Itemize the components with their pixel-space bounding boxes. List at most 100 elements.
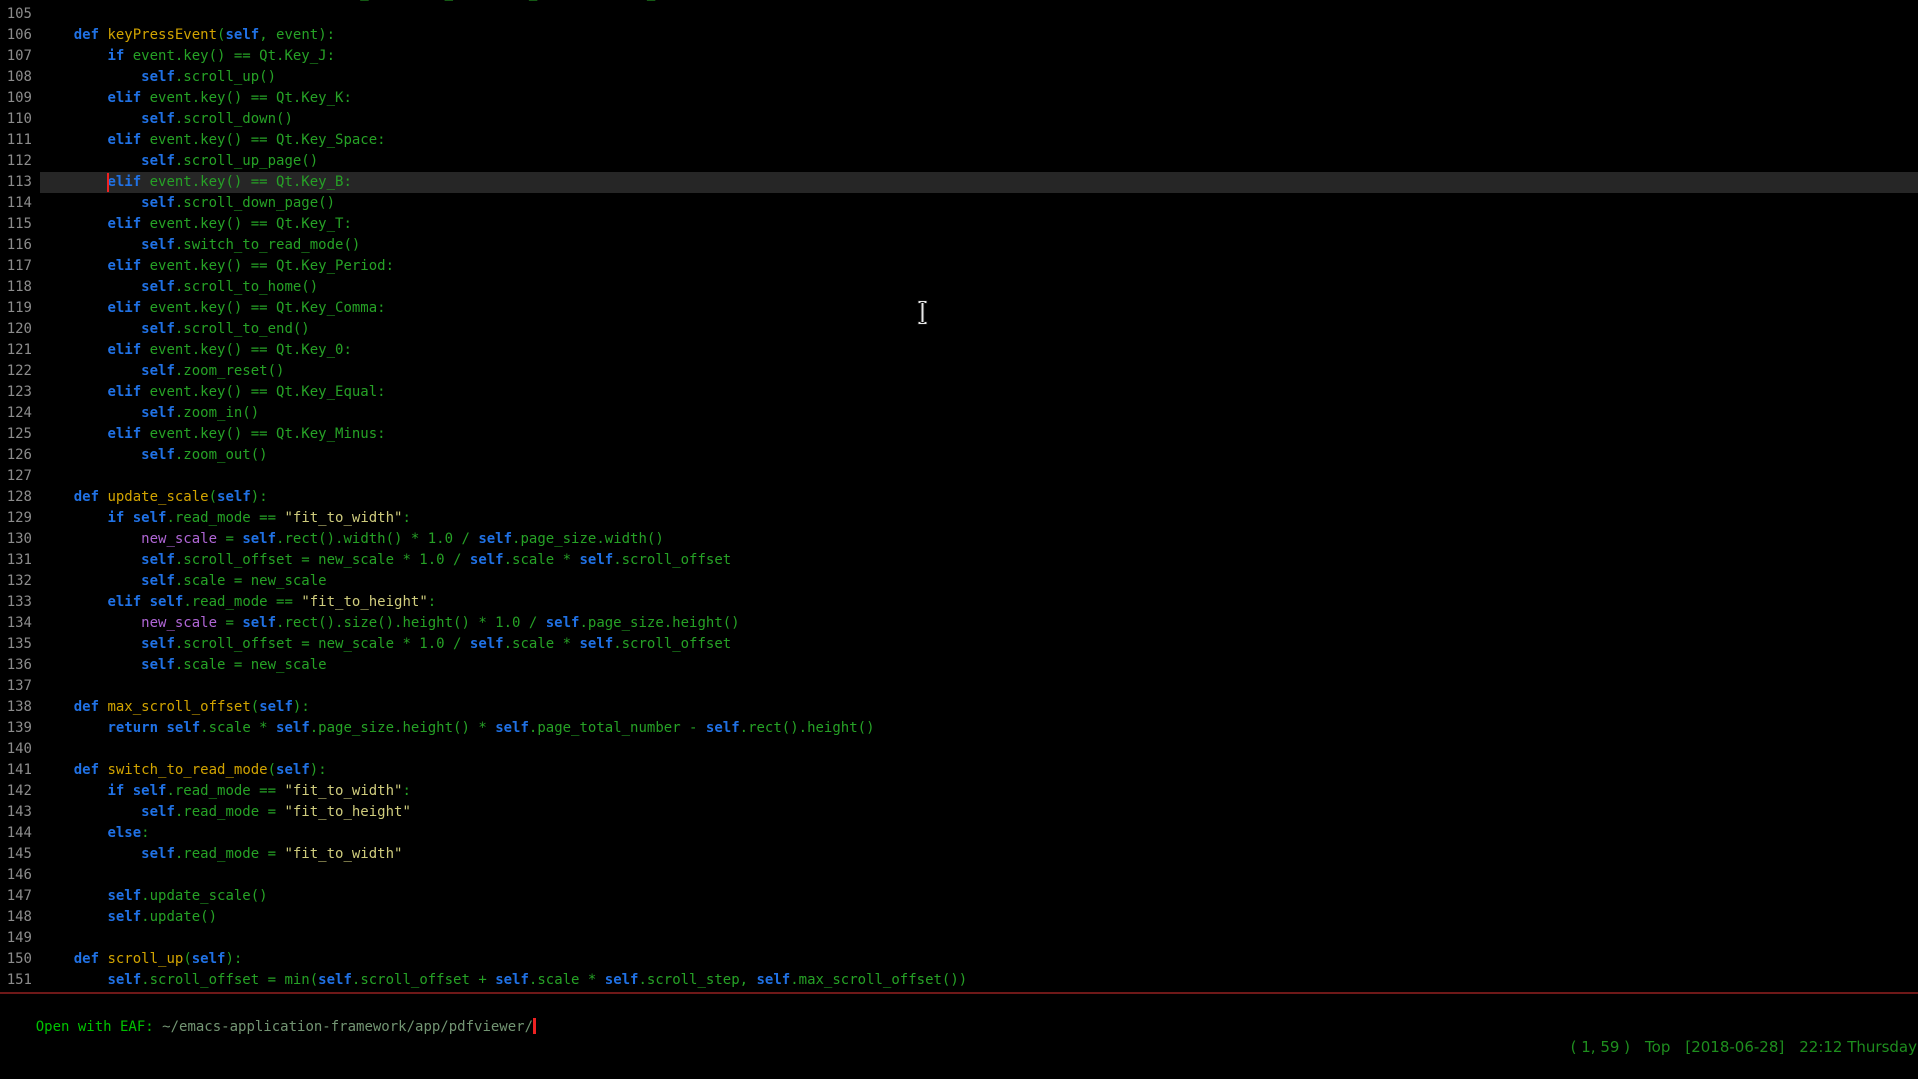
date-indicator: [2018-06-28]: [1685, 1038, 1784, 1056]
code-line[interactable]: 119 elif event.key() == Qt.Key_Comma:: [0, 298, 1918, 319]
code-line[interactable]: 106 def keyPressEvent(self, event):: [0, 25, 1918, 46]
line-number: 124: [0, 403, 32, 424]
code-line[interactable]: 129 if self.read_mode == "fit_to_width":: [0, 508, 1918, 529]
code-token: [40, 48, 107, 64]
code-line[interactable]: 105: [0, 4, 1918, 25]
code-line[interactable]: 127: [0, 466, 1918, 487]
code-line[interactable]: 117 elif event.key() == Qt.Key_Period:: [0, 256, 1918, 277]
code-line[interactable]: 120 self.scroll_to_end(): [0, 319, 1918, 340]
code-token: .scroll_up_page(): [175, 153, 318, 169]
line-number: 151: [0, 970, 32, 991]
code-buffer[interactable]: 104 painter.drawImage(QRect(render_x, re…: [0, 0, 1918, 991]
code-token: if: [107, 48, 124, 64]
code-line[interactable]: 111 elif event.key() == Qt.Key_Space:: [0, 130, 1918, 151]
line-number: 123: [0, 382, 32, 403]
minibuffer-prompt: Open with EAF:: [36, 1019, 162, 1035]
line-number: 137: [0, 676, 32, 697]
line-number: 115: [0, 214, 32, 235]
code-line[interactable]: 144 else:: [0, 823, 1918, 844]
code-token: [40, 846, 141, 862]
line-number: 143: [0, 802, 32, 823]
line-number: 132: [0, 571, 32, 592]
code-line[interactable]: 150 def scroll_up(self):: [0, 949, 1918, 970]
code-token: def: [74, 27, 99, 43]
code-line[interactable]: 134 new_scale = self.rect().size().heigh…: [0, 613, 1918, 634]
code-line[interactable]: 133 elif self.read_mode == "fit_to_heigh…: [0, 592, 1918, 613]
line-number: 118: [0, 277, 32, 298]
code-token: .scale *: [504, 552, 580, 568]
code-line[interactable]: 126 self.zoom_out(): [0, 445, 1918, 466]
code-line[interactable]: 109 elif event.key() == Qt.Key_K:: [0, 88, 1918, 109]
code-token: [40, 972, 107, 988]
code-line[interactable]: 114 self.scroll_down_page(): [0, 193, 1918, 214]
code-token: if: [107, 510, 124, 526]
code-line[interactable]: 146: [0, 865, 1918, 886]
code-line[interactable]: 110 self.scroll_down(): [0, 109, 1918, 130]
code-line[interactable]: 122 self.zoom_reset(): [0, 361, 1918, 382]
code-token: [40, 573, 141, 589]
code-line[interactable]: 115 elif event.key() == Qt.Key_T:: [0, 214, 1918, 235]
code-token: elif: [107, 426, 141, 442]
code-line[interactable]: 125 elif event.key() == Qt.Key_Minus:: [0, 424, 1918, 445]
minibuffer[interactable]: Open with EAF: ~/emacs-application-frame…: [2, 996, 536, 1017]
code-line[interactable]: 132 self.scale = new_scale: [0, 571, 1918, 592]
code-line[interactable]: 143 self.read_mode = "fit_to_height": [0, 802, 1918, 823]
code-line[interactable]: 130 new_scale = self.rect().width() * 1.…: [0, 529, 1918, 550]
code-line[interactable]: 107 if event.key() == Qt.Key_J:: [0, 46, 1918, 67]
code-token: [40, 405, 141, 421]
line-number: 134: [0, 613, 32, 634]
code-token: .scale = new_scale: [175, 573, 327, 589]
code-token: .update_scale(): [141, 888, 267, 904]
line-number: 148: [0, 907, 32, 928]
code-token: self: [470, 636, 504, 652]
code-token: [40, 90, 107, 106]
code-line[interactable]: 113 elif event.key() == Qt.Key_B:: [0, 172, 1918, 193]
code-line[interactable]: 123 elif event.key() == Qt.Key_Equal:: [0, 382, 1918, 403]
code-line[interactable]: 147 self.update_scale(): [0, 886, 1918, 907]
code-line[interactable]: 139 return self.scale * self.page_size.h…: [0, 718, 1918, 739]
code-line[interactable]: 124 self.zoom_in(): [0, 403, 1918, 424]
code-token: [40, 279, 141, 295]
code-line[interactable]: 136 self.scale = new_scale: [0, 655, 1918, 676]
code-line[interactable]: 128 def update_scale(self):: [0, 487, 1918, 508]
code-line[interactable]: 138 def max_scroll_offset(self):: [0, 697, 1918, 718]
code-line[interactable]: 149: [0, 928, 1918, 949]
code-line[interactable]: 116 self.switch_to_read_mode(): [0, 235, 1918, 256]
line-number: 120: [0, 319, 32, 340]
code-token: [40, 615, 141, 631]
code-line[interactable]: 118 self.scroll_to_home(): [0, 277, 1918, 298]
code-line[interactable]: 137: [0, 676, 1918, 697]
code-token: self: [107, 888, 141, 904]
code-token: event.key() == Qt.Key_0:: [141, 342, 352, 358]
code-token: event.key() == Qt.Key_Period:: [141, 258, 394, 274]
code-token: self: [546, 615, 580, 631]
code-line[interactable]: 151 self.scroll_offset = min(self.scroll…: [0, 970, 1918, 991]
code-line[interactable]: 141 def switch_to_read_mode(self):: [0, 760, 1918, 781]
code-line[interactable]: 135 self.scroll_offset = new_scale * 1.0…: [0, 634, 1918, 655]
line-number: 135: [0, 634, 32, 655]
time-indicator: 22:12 Thursday: [1799, 1038, 1917, 1056]
code-line[interactable]: 121 elif event.key() == Qt.Key_0:: [0, 340, 1918, 361]
code-token: event.key() == Qt.Key_K:: [141, 90, 352, 106]
code-line[interactable]: 112 self.scroll_up_page(): [0, 151, 1918, 172]
code-token: [40, 657, 141, 673]
code-line[interactable]: 142 if self.read_mode == "fit_to_width":: [0, 781, 1918, 802]
code-token: :: [402, 783, 410, 799]
code-line[interactable]: 140: [0, 739, 1918, 760]
code-token: [40, 174, 107, 190]
code-line[interactable]: 145 self.read_mode = "fit_to_width": [0, 844, 1918, 865]
code-line[interactable]: 108 self.scroll_up(): [0, 67, 1918, 88]
code-token: .update(): [141, 909, 217, 925]
minibuffer-input[interactable]: ~/emacs-application-framework/app/pdfvie…: [162, 1019, 533, 1035]
code-token: .scale = new_scale: [175, 657, 327, 673]
code-token: ):: [293, 699, 310, 715]
code-line[interactable]: 148 self.update(): [0, 907, 1918, 928]
code-token: .scroll_offset +: [352, 972, 495, 988]
code-token: self: [141, 279, 175, 295]
code-token: (: [251, 699, 259, 715]
code-token: .scroll_offset = min(: [141, 972, 318, 988]
code-token: new_scale: [141, 615, 217, 631]
line-number: 136: [0, 655, 32, 676]
code-line[interactable]: 131 self.scroll_offset = new_scale * 1.0…: [0, 550, 1918, 571]
code-token: .scroll_offset: [613, 552, 731, 568]
